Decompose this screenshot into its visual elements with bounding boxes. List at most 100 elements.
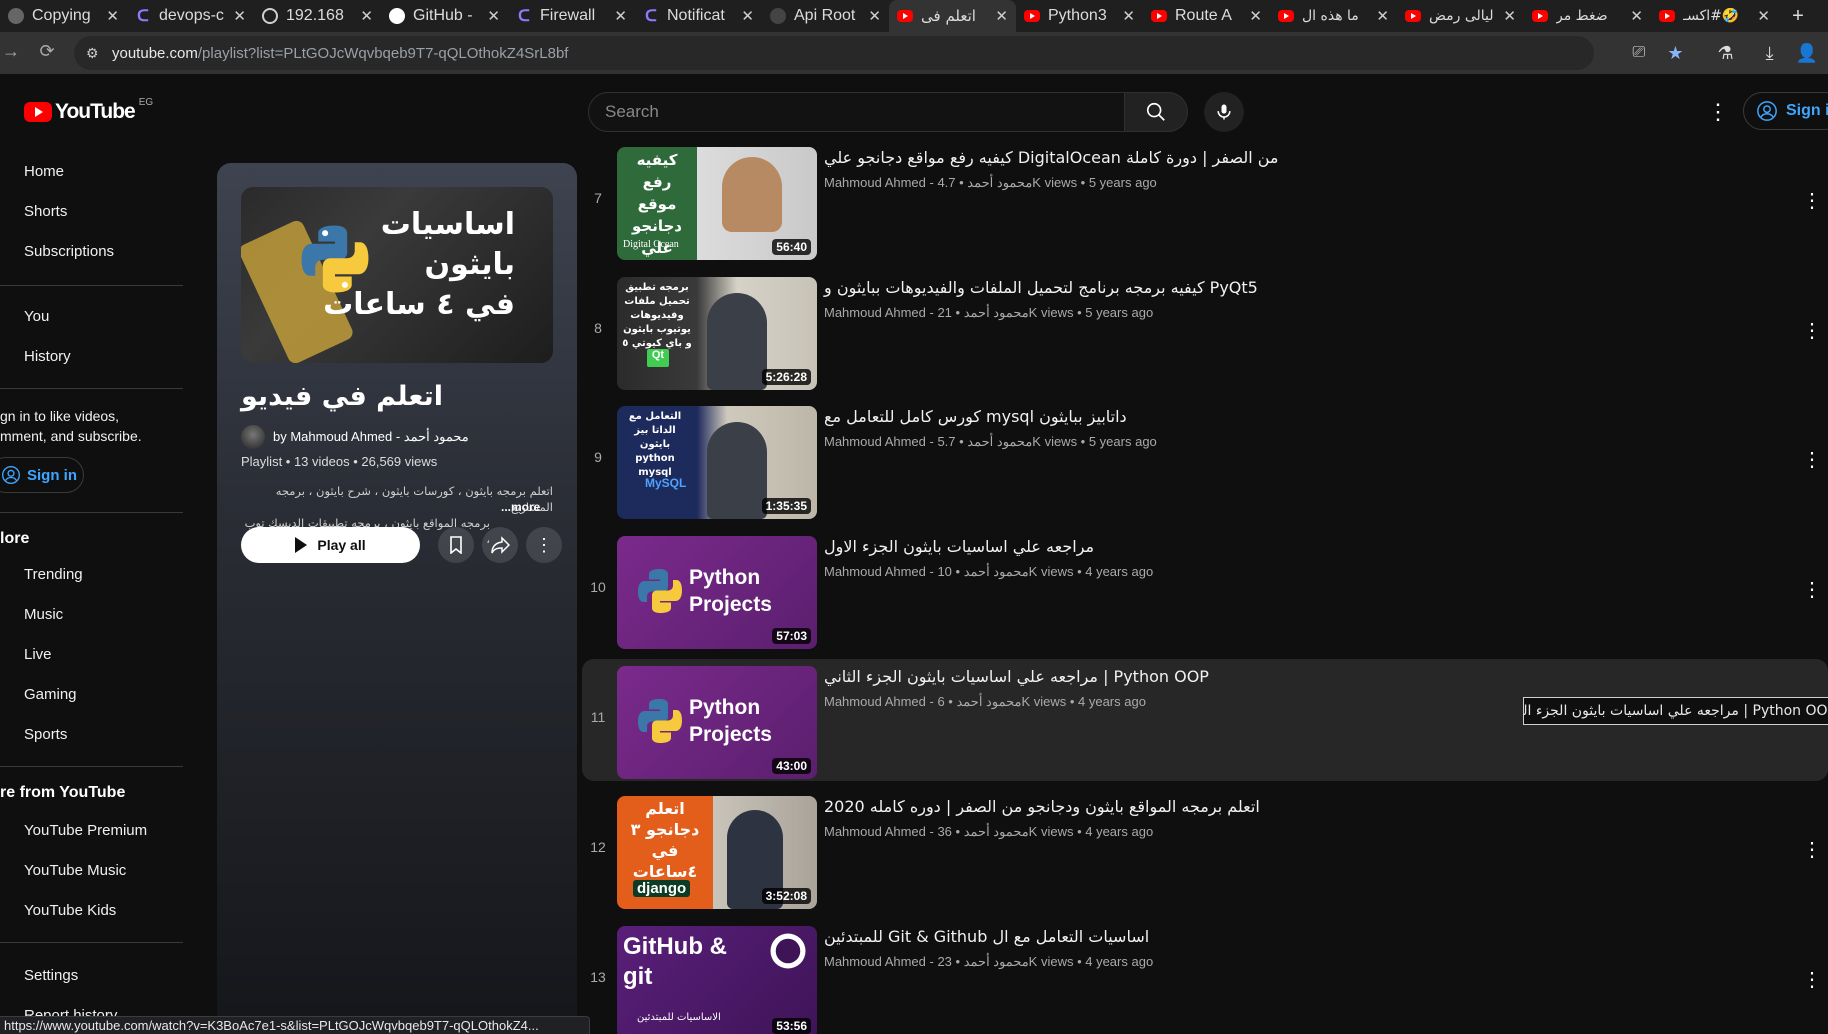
video-menu-icon[interactable]: ⋮ (1800, 835, 1824, 863)
sidebar-item-live[interactable]: Live (24, 646, 52, 663)
close-icon[interactable]: ✕ (1630, 7, 1643, 25)
sidebar-item-gaming[interactable]: Gaming (24, 686, 77, 703)
sidebar-item-subscriptions[interactable]: Subscriptions (24, 243, 114, 260)
thumbnail-line: بايثون (424, 247, 515, 282)
video-title[interactable]: من الصفر | دورة كاملة DigitalOcean كيفيه… (824, 148, 1279, 167)
browser-tab-strip: Copying ✕ ᑕ devops-c ✕ 192.168 ✕ GitHub - ✕ ᑕ… (0, 0, 1828, 32)
playlist-video-row[interactable]: 7 كيفيه رفع موقع دجانجو علي Digital Ocea… (582, 140, 1828, 262)
browser-tab[interactable]: 192.168 ✕ (254, 0, 381, 32)
sidebar-item-youtube-kids[interactable]: YouTube Kids (24, 902, 116, 919)
browser-tab[interactable]: Route A ✕ (1143, 0, 1270, 32)
browser-tab[interactable]: ليالى رمض ✕ (1397, 0, 1524, 32)
close-icon[interactable]: ✕ (1376, 7, 1389, 25)
bookmark-star-icon[interactable]: ★ (1667, 43, 1683, 64)
channel-avatar[interactable] (241, 425, 265, 449)
video-thumbnail[interactable]: Python Projects 57:03 (617, 536, 817, 649)
video-thumbnail[interactable]: التعامل مع الداتا بيز بايثون python mysq… (617, 406, 817, 519)
site-info-icon[interactable]: ⚙ (86, 45, 102, 62)
video-menu-icon[interactable]: ⋮ (1800, 316, 1824, 344)
link-status-bar: https://www.youtube.com/watch?v=K3BoAc7e… (0, 1016, 590, 1034)
profile-icon[interactable]: 👤 (1796, 43, 1818, 64)
install-app-icon[interactable]: ⎚ (1633, 44, 1646, 62)
sidebar-item-history[interactable]: History (24, 348, 71, 365)
sidebar: Home Shorts Subscriptions You History gn… (0, 152, 183, 1034)
close-icon[interactable]: ✕ (1122, 7, 1135, 25)
browser-tab[interactable]: ᑕ devops-c ✕ (127, 0, 254, 32)
sidebar-item-shorts[interactable]: Shorts (24, 203, 67, 220)
sidebar-item-youtube-premium[interactable]: YouTube Premium (24, 822, 147, 839)
video-thumbnail[interactable]: اتعلم دجانجو ٣ في ٤ساعات django 3:52:08 (617, 796, 817, 909)
account-icon (2, 466, 20, 484)
browser-tab[interactable]: GitHub - ✕ (381, 0, 508, 32)
close-icon[interactable]: ✕ (1757, 7, 1770, 25)
playlist-video-row[interactable]: 13 GitHub & git الاساسيات للمبتدئين 53:5… (582, 919, 1828, 1034)
close-icon[interactable]: ✕ (233, 7, 246, 25)
sidebar-item-trending[interactable]: Trending (24, 566, 83, 583)
settings-more-icon[interactable]: ⋮ (1706, 98, 1730, 126)
playlist-video-row[interactable]: 10 Python Projects 57:03 مراجعه علي اساس… (582, 529, 1828, 651)
playlist-video-row[interactable]: 9 التعامل مع الداتا بيز بايثون python my… (582, 399, 1828, 521)
address-bar[interactable]: ⚙ youtube.com/playlist?list=PLtGOJcWqvbq… (74, 36, 1594, 70)
download-icon[interactable]: ⤓ (1766, 43, 1774, 64)
close-icon[interactable]: ✕ (614, 7, 627, 25)
close-icon[interactable]: ✕ (741, 7, 754, 25)
browser-tab[interactable]: ᑕ Firewall ✕ (508, 0, 635, 32)
browser-tab[interactable]: ما هذه ال ✕ (1270, 0, 1397, 32)
save-playlist-button[interactable] (438, 527, 474, 563)
sidebar-item-settings[interactable]: Settings (24, 967, 78, 984)
browser-tab-active[interactable]: اتعلم فى ✕ (889, 0, 1016, 32)
reload-icon[interactable]: ⟳ (30, 41, 64, 62)
forward-icon[interactable]: → (0, 41, 28, 62)
owner-name[interactable]: by Mahmoud Ahmed - محمود أحمد (273, 429, 469, 445)
browser-tab[interactable]: Copying ✕ (0, 0, 127, 32)
browser-tab[interactable]: ضغط مر ✕ (1524, 0, 1651, 32)
description-more-link[interactable]: ...more (501, 500, 540, 514)
more-actions-button[interactable]: ⋮ (526, 527, 562, 563)
new-tab-button[interactable]: + (1778, 5, 1818, 28)
sidebar-item-home[interactable]: Home (24, 163, 64, 180)
playlist-thumbnail[interactable]: اساسيات بايثون في ٤ ساعات (241, 187, 553, 363)
close-icon[interactable]: ✕ (106, 7, 119, 25)
video-menu-icon[interactable]: ⋮ (1800, 186, 1824, 214)
play-all-button[interactable]: Play all (241, 527, 420, 563)
video-menu-icon[interactable]: ⋮ (1800, 445, 1824, 473)
video-menu-icon[interactable]: ⋮ (1800, 965, 1824, 993)
close-icon[interactable]: ✕ (995, 7, 1008, 25)
video-title[interactable]: اساسيات التعامل مع ال Git & Github للمبت… (824, 927, 1149, 946)
labs-flask-icon[interactable]: ⚗ (1717, 43, 1733, 64)
sidebar-sign-in-button[interactable]: Sign in (0, 457, 84, 493)
browser-tab[interactable]: 🤣#اكسـ ✕ (1651, 0, 1778, 32)
share-button[interactable] (482, 527, 518, 563)
close-icon[interactable]: ✕ (868, 7, 881, 25)
video-thumbnail[interactable]: كيفيه رفع موقع دجانجو علي Digital Ocean … (617, 147, 817, 260)
playlist-video-row[interactable]: 8 برمجه تطبيق تحميل ملفات وفيديوهات يوتي… (582, 270, 1828, 392)
sidebar-item-you[interactable]: You (24, 308, 49, 325)
close-icon[interactable]: ✕ (487, 7, 500, 25)
close-icon[interactable]: ✕ (1249, 7, 1262, 25)
video-thumbnail[interactable]: برمجه تطبيق تحميل ملفات وفيديوهات يوتيوب… (617, 277, 817, 390)
playlist-owner[interactable]: by Mahmoud Ahmed - محمود أحمد (241, 425, 469, 449)
video-thumbnail[interactable]: Python Projects 43:00 (617, 666, 817, 779)
video-title[interactable]: Python OOP | مراجعه علي اساسيات بايثون ا… (824, 667, 1209, 686)
browser-tab[interactable]: Python3 ✕ (1016, 0, 1143, 32)
sidebar-item-sports[interactable]: Sports (24, 726, 67, 743)
close-icon[interactable]: ✕ (360, 7, 373, 25)
search-input[interactable] (605, 102, 1124, 122)
video-thumbnail[interactable]: GitHub & git الاساسيات للمبتدئين 53:56 (617, 926, 817, 1034)
sidebar-item-music[interactable]: Music (24, 606, 63, 623)
playlist-video-row[interactable]: 12 اتعلم دجانجو ٣ في ٤ساعات django 3:52:… (582, 789, 1828, 911)
video-title[interactable]: اتعلم برمجه المواقع بايثون ودجانجو من ال… (824, 797, 1260, 816)
search-button[interactable] (1124, 92, 1188, 132)
presenter-figure (722, 157, 782, 232)
close-icon[interactable]: ✕ (1503, 7, 1516, 25)
browser-tab[interactable]: Api Root ✕ (762, 0, 889, 32)
sidebar-item-youtube-music[interactable]: YouTube Music (24, 862, 126, 879)
video-menu-icon[interactable]: ⋮ (1800, 575, 1824, 603)
voice-search-button[interactable] (1204, 92, 1244, 132)
video-title[interactable]: مراجعه علي اساسيات بايثون الجزء الاول (824, 537, 1094, 556)
video-title[interactable]: PyQt5 كيفيه برمجه برنامج لتحميل الملفات … (824, 278, 1258, 297)
sign-in-button[interactable]: Sign in (1743, 92, 1828, 130)
video-title[interactable]: داتابيز ببايثون mysql كورس كامل للتعامل … (824, 407, 1127, 426)
browser-tab[interactable]: ᑕ Notificat ✕ (635, 0, 762, 32)
youtube-logo[interactable]: YouTube EG (24, 97, 153, 124)
